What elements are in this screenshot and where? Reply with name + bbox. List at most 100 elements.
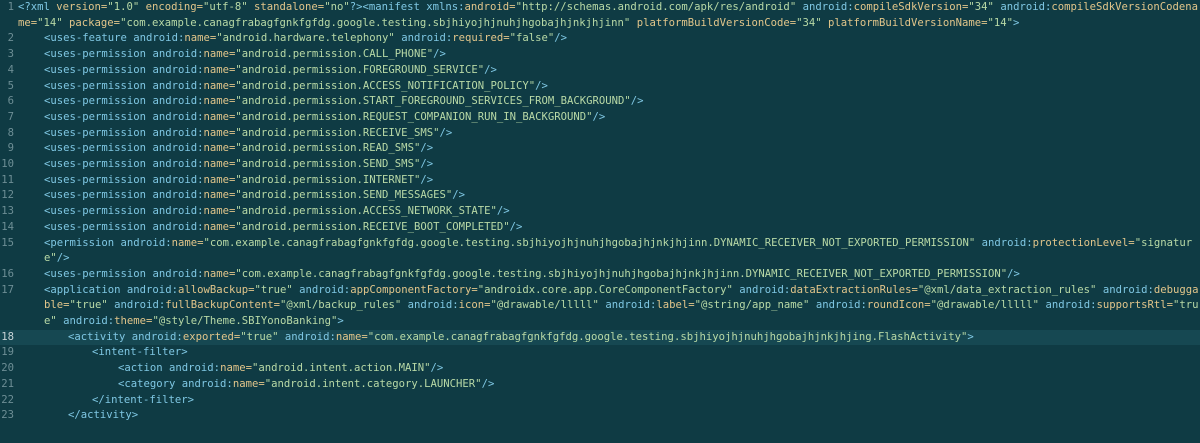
code-line[interactable]: 18 <activity android:exported="true" andr… [0,329,1200,346]
line-number: 12 [1,189,14,202]
code-line[interactable]: 2 <uses-feature android:name="android.har… [0,31,1200,47]
code-line[interactable]: 12 <uses-permission android:name="android… [0,188,1200,204]
token-tag: <uses-feature [44,32,134,45]
code-line[interactable]: 19 <intent-filter> [0,345,1200,361]
line-number: 14 [1,220,14,233]
code-line[interactable]: 3 <uses-permission android:name="android.… [0,47,1200,63]
token-aname: roundIcon= [866,299,931,312]
token-aname: name= [203,205,236,218]
code-text[interactable]: </intent-filter> [18,393,1200,409]
token-str: "@drawable/lllll" [490,299,599,312]
code-text[interactable]: <uses-permission android:name="android.p… [18,126,1200,142]
code-text[interactable]: <intent-filter> [18,345,1200,361]
code-line[interactable]: 16 <uses-permission android:name="com.exa… [0,267,1200,283]
code-line[interactable]: 5 <uses-permission android:name="android.… [0,79,1200,95]
code-text[interactable]: <uses-feature android:name="android.hard… [18,31,1200,47]
code-text[interactable]: <uses-permission android:name="android.p… [18,47,1200,63]
token-aname: android= [464,1,516,13]
code-line[interactable]: 15 <permission android:name="com.example.… [0,236,1200,267]
token-aname: required= [452,32,510,45]
code-text[interactable]: <uses-permission android:name="android.p… [18,204,1200,220]
code-line[interactable]: 8 <uses-permission android:name="android.… [0,126,1200,142]
token-tag: <uses-permission [44,79,153,92]
token-aname: name= [203,267,236,280]
code-text[interactable]: </activity> [18,408,1200,424]
token-ns: android: [1039,299,1097,312]
token-aname: version= [56,1,108,13]
code-text[interactable]: <uses-permission android:name="android.p… [18,220,1200,236]
token-aname: name= [203,63,236,76]
code-text[interactable]: <permission android:name="com.example.ca… [18,236,1200,267]
code-text[interactable]: <uses-permission android:name="com.examp… [18,267,1200,283]
code-text[interactable]: <?xml version="1.0" encoding="utf-8" sta… [18,0,1200,31]
code-line[interactable]: 1 <?xml version="1.0" encoding="utf-8" st… [0,0,1200,31]
code-line[interactable]: 11 <uses-permission android:name="android… [0,173,1200,189]
token-str: "android.permission.INTERNET" [235,173,421,186]
code-text[interactable]: <uses-permission android:name="android.p… [18,63,1200,79]
code-line[interactable]: 7 <uses-permission android:name="android.… [0,110,1200,126]
token-tag: <activity [68,330,132,343]
code-text[interactable]: <uses-permission android:name="android.p… [18,173,1200,189]
token-tag: <uses-permission [44,48,153,61]
code-line[interactable]: 6 <uses-permission android:name="android.… [0,94,1200,110]
code-text[interactable]: <action android:name="android.intent.act… [18,361,1200,377]
token-ns: android: [152,48,204,61]
code-line[interactable]: 9 <uses-permission android:name="android.… [0,141,1200,157]
token-aname: appComponentFactory= [350,283,478,296]
code-text[interactable]: <uses-permission android:name="android.p… [18,141,1200,157]
token-ns: android: [133,32,185,45]
token-tag: <intent-filter> [92,346,188,359]
token-aname: name= [203,110,236,123]
code-line[interactable]: 20 <action android:name="android.intent.a… [0,361,1200,377]
code-line[interactable]: 13 <uses-permission android:name="android… [0,204,1200,220]
token-ns: android: [598,299,657,312]
token-ns: android: [152,63,204,76]
token-aname: name= [184,32,217,45]
token-str: "android.permission.RECEIVE_BOOT_COMPLET… [235,220,510,233]
token-ns: android: [169,362,221,375]
token-tag: /> [592,110,606,123]
code-line[interactable]: 4 <uses-permission android:name="android.… [0,63,1200,79]
token-tag: <?xml [18,1,57,13]
code-text[interactable]: <category android:name="android.intent.c… [18,377,1200,393]
code-line[interactable]: 17 <application android:allowBackup="true… [0,283,1200,330]
code-text[interactable]: <application android:allowBackup="true" … [18,283,1200,330]
code-line[interactable]: 21 <category android:name="android.intent… [0,377,1200,393]
code-text[interactable]: <activity android:exported="true" androi… [18,330,1200,346]
token-tag: /> [496,205,510,218]
line-number: 17 [1,283,14,296]
token-str: "true" [69,299,108,312]
token-str: "android.permission.READ_SMS" [235,142,421,155]
code-line[interactable]: 23 </activity> [0,408,1200,424]
token-str: "false" [509,32,555,45]
line-number: 18 [1,330,14,343]
code-line[interactable]: 22 </intent-filter> [0,393,1200,409]
token-str: "android.permission.REQUEST_COMPANION_RU… [235,110,593,123]
token-aname: protectionLevel= [1032,236,1135,249]
token-ns: android: [152,95,204,108]
token-str: "34" [796,16,822,29]
token-aname: package= [62,16,121,29]
code-line[interactable]: 10 <uses-permission android:name="android… [0,157,1200,173]
code-text[interactable]: <uses-permission android:name="android.p… [18,79,1200,95]
token-aname: standalone= [247,1,325,13]
token-str: "14" [37,16,63,29]
code-editor[interactable]: 1 <?xml version="1.0" encoding="utf-8" st… [0,0,1200,443]
code-text[interactable]: <uses-permission android:name="android.p… [18,157,1200,173]
token-str: "com.example.canagfrabagfgnkfgfdg.google… [367,330,968,343]
code-line[interactable]: 14 <uses-permission android:name="android… [0,220,1200,236]
code-text[interactable]: <uses-permission android:name="android.p… [18,188,1200,204]
token-ns: android: [809,299,867,312]
token-str: "android.intent.category.LAUNCHER" [264,377,482,390]
token-tag: <manifest [362,1,427,13]
token-tag: /> [56,252,70,265]
code-text[interactable]: <uses-permission android:name="android.p… [18,94,1200,110]
token-aname: exported= [182,330,241,343]
token-tag: <uses-permission [44,220,153,233]
token-ns: android: [796,1,854,13]
code-text[interactable]: <uses-permission android:name="android.p… [18,110,1200,126]
token-tag: <uses-permission [44,126,153,139]
token-str: "1.0" [107,1,140,13]
token-aname: name= [203,189,236,202]
line-number: 2 [7,32,14,45]
